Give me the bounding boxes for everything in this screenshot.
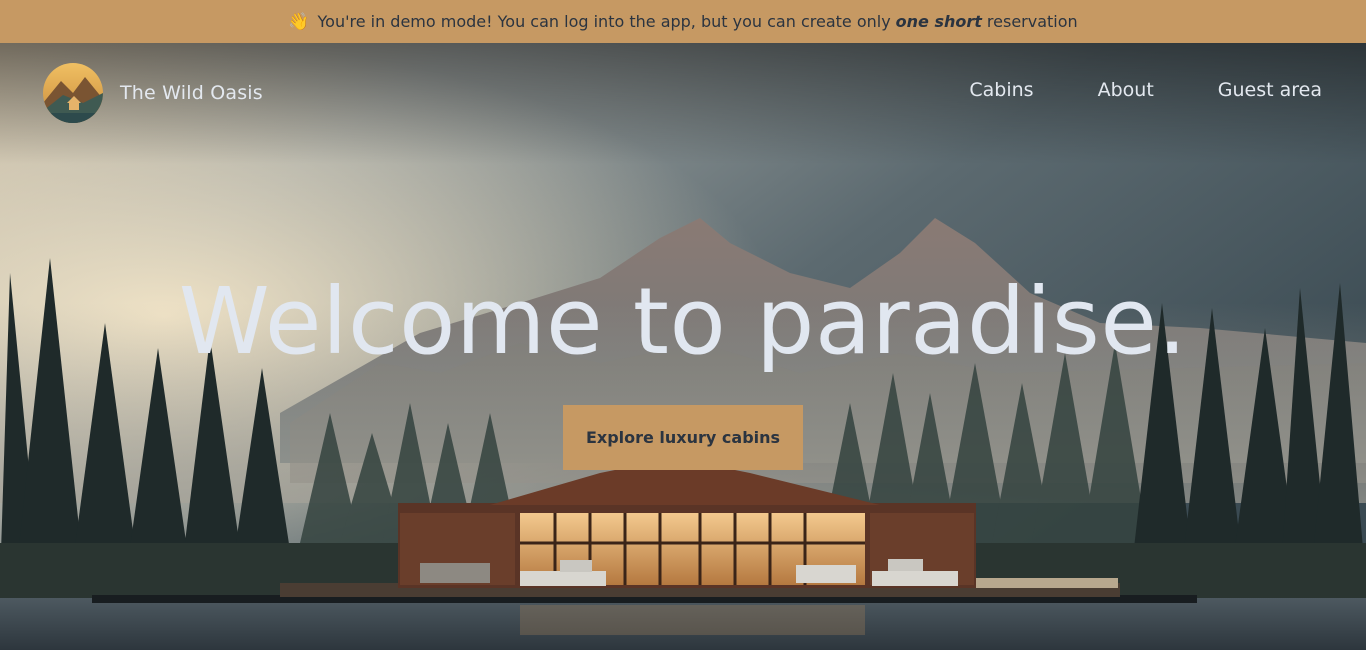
banner-emphasis: one short [895, 12, 982, 31]
brand-name: The Wild Oasis [120, 82, 263, 104]
logo-link[interactable]: The Wild Oasis [43, 63, 263, 123]
wild-oasis-logo-icon [43, 63, 103, 123]
nav-link-cabins[interactable]: Cabins [969, 79, 1033, 101]
banner-text-after: reservation [986, 12, 1078, 31]
explore-cabins-button[interactable]: Explore luxury cabins [563, 405, 803, 470]
hero-title: Welcome to paradise. [178, 268, 1188, 375]
main-nav: Cabins About Guest area [969, 79, 1322, 101]
nav-link-about[interactable]: About [1098, 79, 1154, 101]
site-header: The Wild Oasis Cabins About Guest area [0, 43, 1366, 139]
waving-hand-icon: 👋 [288, 11, 310, 32]
banner-text-before: You're in demo mode! You can log into th… [317, 12, 891, 31]
nav-link-guest-area[interactable]: Guest area [1218, 79, 1322, 101]
demo-mode-banner: 👋 You're in demo mode! You can log into … [0, 0, 1366, 43]
